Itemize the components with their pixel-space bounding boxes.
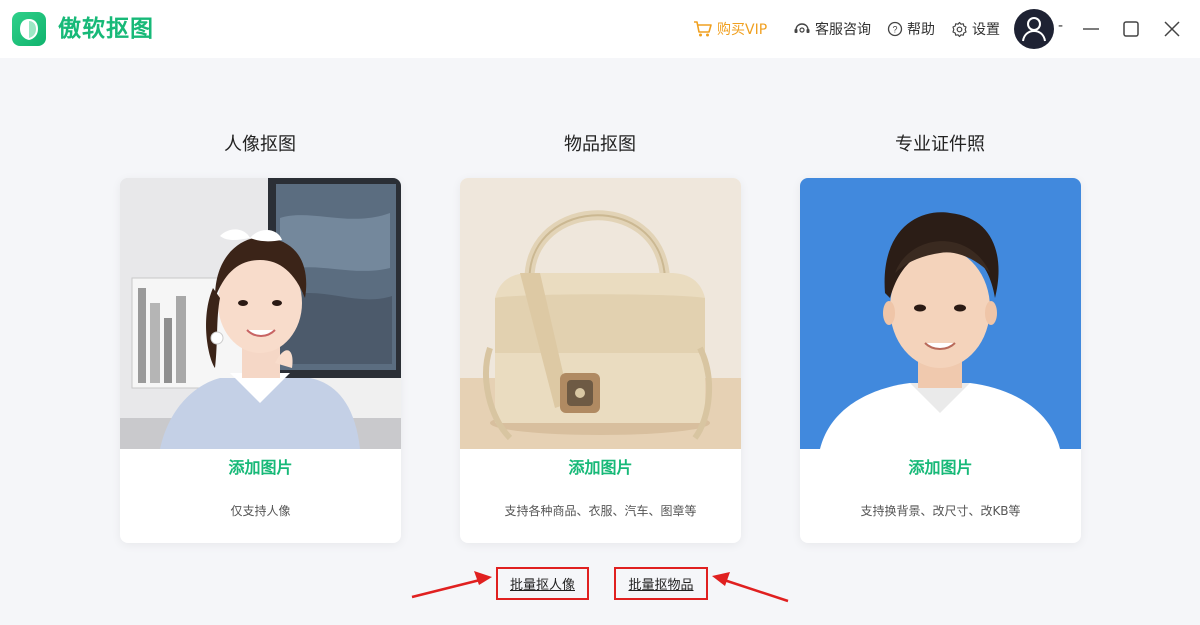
gear-icon [952, 21, 967, 37]
settings-button[interactable]: 设置 [951, 18, 1000, 40]
title-bar: 傲软抠图 购买VIP 客服咨询 ? 帮助 设置 - [0, 0, 1200, 58]
portrait-sample-image [120, 178, 401, 449]
portrait-card-desc: 仅支持人像 [230, 504, 291, 518]
cart-icon [694, 21, 712, 37]
object-add-image-button[interactable]: 添加图片 [460, 457, 741, 479]
portrait-cutout-title: 人像抠图 [224, 134, 296, 155]
close-icon[interactable] [1160, 17, 1184, 41]
customer-service-button[interactable]: 客服咨询 [793, 18, 871, 40]
id-photo-title: 专业证件照 [895, 134, 985, 155]
object-cutout-title: 物品抠图 [564, 134, 636, 155]
help-label: 帮助 [907, 22, 935, 38]
batch-object-cutout-link[interactable]: 批量抠物品 [614, 567, 708, 600]
arrow-icon [712, 572, 789, 603]
maximize-icon[interactable] [1119, 17, 1143, 41]
app-title: 傲软抠图 [58, 16, 154, 42]
object-card-desc: 支持各种商品、衣服、汽车、图章等 [504, 504, 697, 518]
portrait-add-image-button[interactable]: 添加图片 [120, 457, 401, 479]
portrait-cutout-card[interactable]: 添加图片 仅支持人像 [120, 178, 401, 543]
id-photo-card[interactable]: 添加图片 支持换背景、改尺寸、改KB等 [800, 178, 1081, 543]
batch-portrait-cutout-link[interactable]: 批量抠人像 [496, 567, 589, 600]
settings-label: 设置 [972, 22, 1000, 38]
object-cutout-card[interactable]: 添加图片 支持各种商品、衣服、汽车、图章等 [460, 178, 741, 543]
user-avatar-icon[interactable] [1014, 9, 1054, 49]
id-photo-add-image-button[interactable]: 添加图片 [800, 457, 1081, 479]
svg-text:?: ? [892, 25, 897, 35]
logo-icon [12, 12, 46, 46]
help-icon: ? [887, 21, 903, 37]
buy-vip-label: 购买VIP [717, 22, 768, 38]
id-photo-sample-image [800, 178, 1081, 449]
id-photo-card-desc: 支持换背景、改尺寸、改KB等 [860, 504, 1021, 518]
buy-vip-button[interactable]: 购买VIP [693, 18, 767, 40]
bag-sample-image [460, 178, 741, 449]
customer-service-label: 客服咨询 [815, 22, 871, 38]
help-button[interactable]: ? 帮助 [887, 18, 935, 40]
minimize-icon[interactable] [1079, 17, 1103, 41]
user-name: - [1058, 18, 1064, 34]
headset-icon [794, 23, 810, 33]
arrow-icon [411, 571, 492, 599]
